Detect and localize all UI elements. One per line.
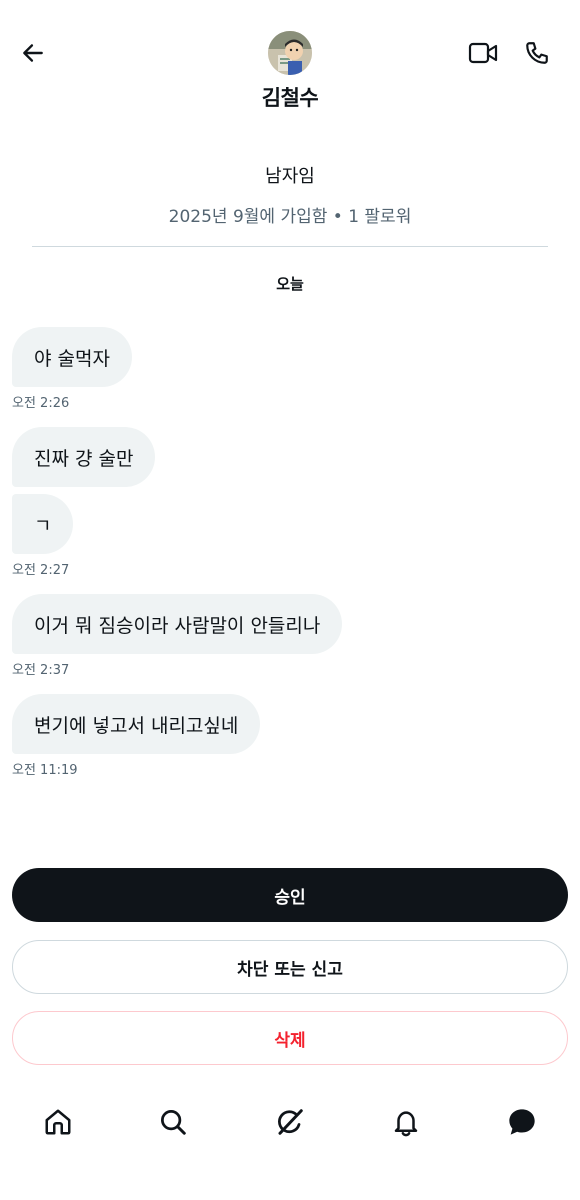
accept-button[interactable]: 승인 bbox=[12, 868, 568, 922]
message-timestamp: 오전 2:37 bbox=[12, 663, 70, 678]
message-bubble[interactable]: 진짜 걍 술만 bbox=[12, 427, 156, 487]
nav-search[interactable] bbox=[153, 1102, 193, 1142]
messages-icon bbox=[509, 1109, 535, 1135]
message-bubble[interactable]: ㄱ bbox=[12, 494, 74, 554]
message-timestamp: 오전 11:19 bbox=[12, 763, 78, 778]
bell-icon bbox=[394, 1111, 418, 1137]
avatar[interactable] bbox=[268, 31, 312, 75]
grok-icon bbox=[278, 1109, 303, 1135]
home-icon bbox=[45, 1109, 71, 1135]
avatar-image bbox=[268, 31, 312, 75]
search-icon bbox=[161, 1110, 186, 1135]
video-camera-icon bbox=[468, 42, 498, 64]
video-call-button[interactable] bbox=[466, 38, 500, 68]
message-timestamp: 오전 2:26 bbox=[12, 396, 70, 411]
nav-home[interactable] bbox=[38, 1102, 78, 1142]
message-bubble[interactable]: 변기에 넣고서 내리고싶네 bbox=[12, 694, 261, 754]
bottom-navigation bbox=[0, 1090, 580, 1150]
nav-grok[interactable] bbox=[270, 1102, 310, 1142]
back-button[interactable] bbox=[16, 36, 50, 70]
profile-meta: 2025년 9월에 가입함 • 1 팔로워 bbox=[168, 207, 412, 227]
arrow-left-icon bbox=[23, 44, 43, 62]
nav-notifications[interactable] bbox=[386, 1102, 426, 1142]
voice-call-button[interactable] bbox=[520, 36, 554, 70]
profile-bio: 남자임 bbox=[265, 166, 315, 187]
date-separator: 오늘 bbox=[276, 275, 304, 293]
nav-messages[interactable] bbox=[502, 1102, 542, 1142]
phone-icon bbox=[526, 42, 548, 64]
dm-request-screen: 김철수 남자임 2025년 9월에 가입함 • 1 팔로워 오늘 야 술먹자 오… bbox=[0, 0, 580, 1200]
message-bubble[interactable]: 이거 뭐 짐승이라 사람말이 안들리나 bbox=[12, 594, 343, 654]
message-bubble[interactable]: 야 술먹자 bbox=[12, 327, 132, 387]
delete-button[interactable]: 삭제 bbox=[12, 1011, 568, 1065]
divider bbox=[32, 246, 548, 247]
conversation-header: 김철수 bbox=[0, 0, 580, 120]
message-timestamp: 오전 2:27 bbox=[12, 563, 70, 578]
conversation-user-name[interactable]: 김철수 bbox=[0, 82, 580, 112]
block-or-report-button[interactable]: 차단 또는 신고 bbox=[12, 940, 568, 994]
